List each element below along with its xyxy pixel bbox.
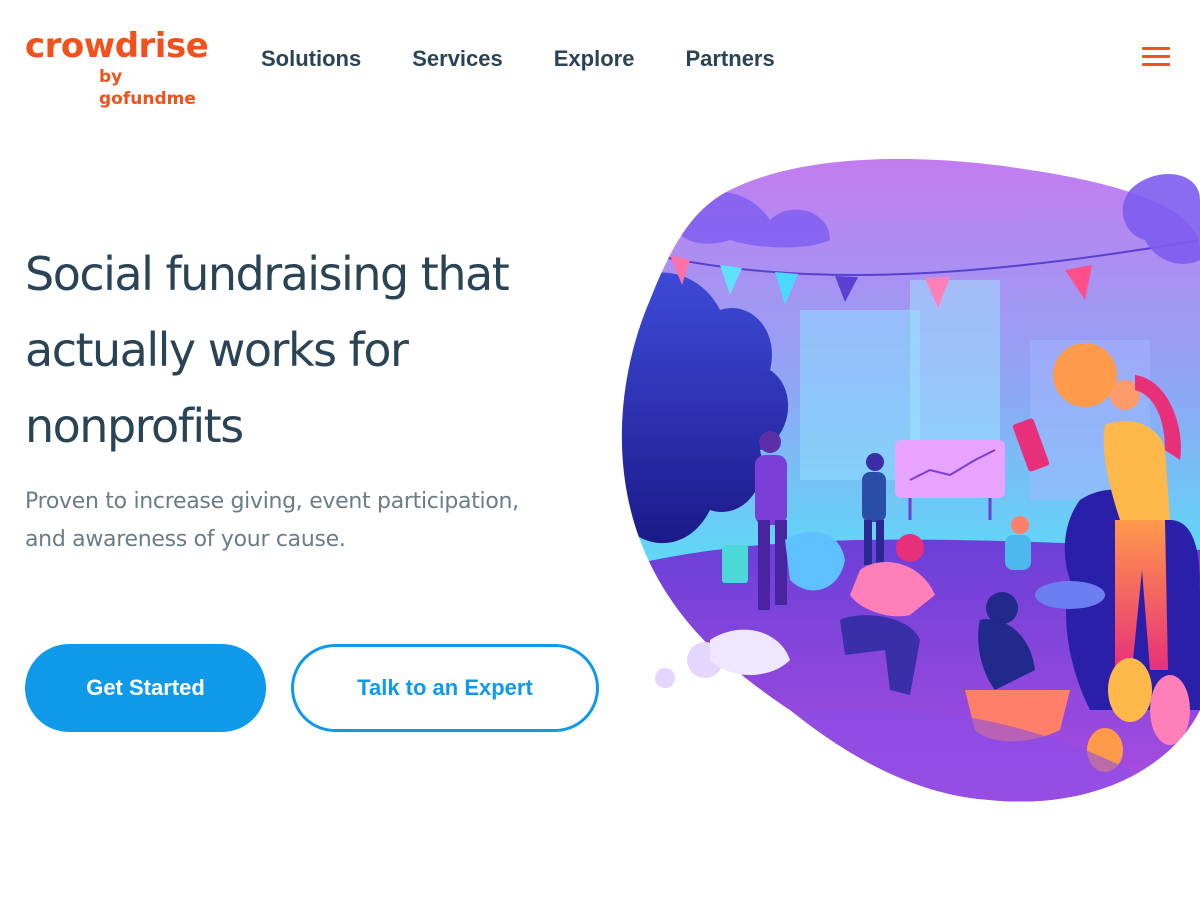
talk-to-expert-button[interactable]: Talk to an Expert bbox=[291, 644, 599, 732]
nav-item-services[interactable]: Services bbox=[412, 44, 503, 74]
fundraising-event-illustration bbox=[621, 158, 1200, 802]
hero-headline: Social fundraising that actually works f… bbox=[25, 236, 585, 464]
hero-subtext: Proven to increase giving, event partici… bbox=[25, 483, 585, 559]
crowdrise-logo[interactable]: crowdrise by gofundme bbox=[25, 26, 215, 109]
headline-line: nonprofits bbox=[25, 399, 244, 453]
menu-bar bbox=[1142, 47, 1170, 50]
nav-item-solutions[interactable]: Solutions bbox=[261, 44, 361, 74]
subtext-line: and awareness of your cause. bbox=[25, 527, 346, 552]
subtext-line: Proven to increase giving, event partici… bbox=[25, 489, 519, 514]
get-started-button[interactable]: Get Started bbox=[25, 644, 266, 732]
nav-item-partners[interactable]: Partners bbox=[685, 44, 774, 74]
headline-line: Social fundraising that bbox=[25, 247, 510, 301]
hamburger-menu-icon[interactable] bbox=[1142, 47, 1170, 67]
headline-line: actually works for bbox=[25, 323, 409, 377]
main-nav: Solutions Services Explore Partners bbox=[261, 44, 826, 74]
menu-bar bbox=[1142, 55, 1170, 58]
menu-bar bbox=[1142, 63, 1170, 66]
logo-wordmark: crowdrise bbox=[25, 26, 209, 66]
logo-tagline: by gofundme bbox=[99, 67, 196, 109]
nav-item-explore[interactable]: Explore bbox=[554, 44, 635, 74]
